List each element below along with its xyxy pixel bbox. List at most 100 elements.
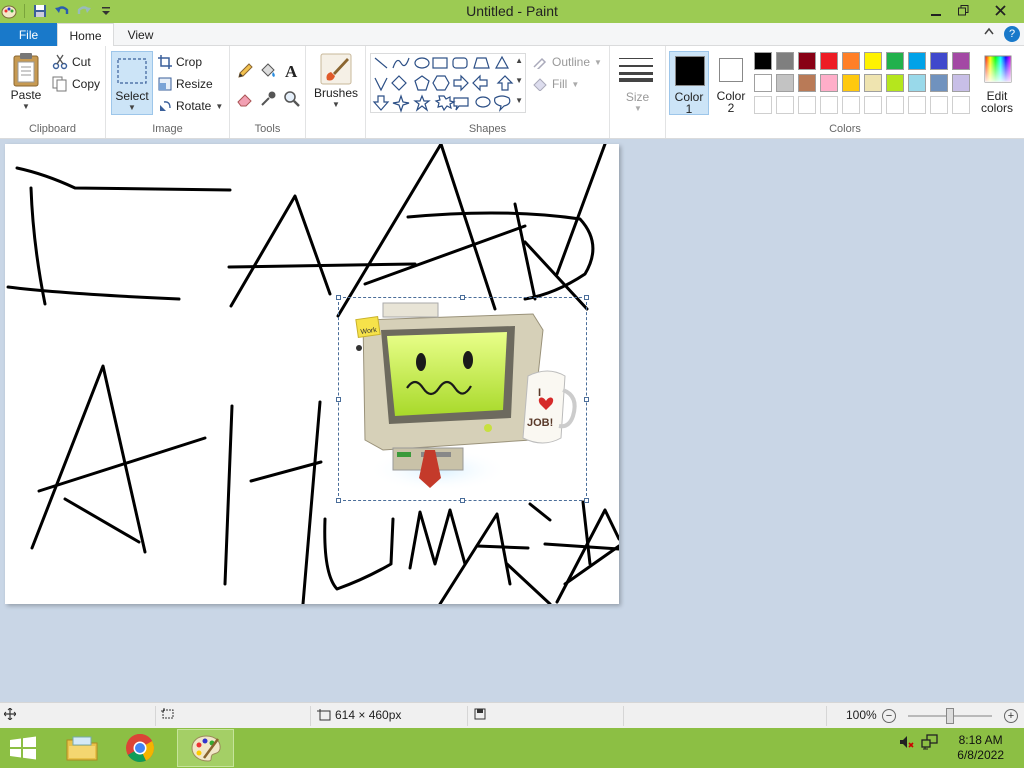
taskbar-paint[interactable] (177, 729, 234, 767)
palette-swatch[interactable] (930, 74, 948, 92)
size-lines-icon[interactable] (619, 56, 653, 85)
close-button[interactable] (980, 0, 1020, 21)
palette-swatch[interactable] (908, 74, 926, 92)
brushes-button[interactable]: Brushes ▼ (314, 52, 358, 109)
palette-swatch[interactable] (930, 52, 948, 70)
palette-swatch[interactable] (820, 52, 838, 70)
canvas-workspace[interactable]: Work I JOB! (0, 139, 1024, 702)
palette-swatch[interactable] (776, 74, 794, 92)
custom-color-slot[interactable] (886, 96, 904, 114)
palette-swatch[interactable] (952, 52, 970, 70)
tab-view[interactable]: View (114, 23, 167, 47)
palette-swatch[interactable] (952, 74, 970, 92)
outline-label: Outline (552, 55, 591, 69)
resize-button[interactable]: Resize (158, 75, 213, 93)
palette-swatch[interactable] (886, 74, 904, 92)
paste-dropdown-icon[interactable]: ▼ (22, 102, 30, 111)
start-button[interactable] (8, 736, 40, 760)
tab-home[interactable]: Home (57, 23, 114, 47)
resize-handle-sw[interactable] (336, 498, 341, 503)
zoom-in-button[interactable]: + (1004, 709, 1018, 723)
window-title: Untitled - Paint (466, 3, 558, 19)
palette-swatch[interactable] (864, 74, 882, 92)
resize-handle-ne[interactable] (584, 295, 589, 300)
custom-color-slot[interactable] (820, 96, 838, 114)
palette-swatch[interactable] (842, 74, 860, 92)
palette-swatch[interactable] (754, 52, 772, 70)
tab-file[interactable]: File (0, 23, 57, 46)
color1-button[interactable]: Color 1 (669, 51, 709, 116)
palette-swatch[interactable] (842, 52, 860, 70)
custom-color-slot[interactable] (798, 96, 816, 114)
folder-icon (66, 736, 98, 761)
brushes-group: Brushes ▼ (306, 46, 366, 138)
resize-handle-w[interactable] (336, 397, 341, 402)
resize-handle-nw[interactable] (336, 295, 341, 300)
custom-color-slot[interactable] (864, 96, 882, 114)
cursor-position-icon (4, 708, 16, 720)
network-icon[interactable] (921, 734, 939, 753)
zoom-slider-thumb[interactable] (946, 708, 954, 724)
palette-swatch[interactable] (776, 52, 794, 70)
edit-colors-button[interactable]: Edit colors (974, 51, 1020, 115)
cut-button[interactable]: Cut (52, 53, 91, 71)
status-separator (310, 706, 311, 726)
resize-handle-se[interactable] (584, 498, 589, 503)
volume-muted-icon[interactable] (898, 734, 914, 753)
custom-color-slot[interactable] (908, 96, 926, 114)
fill-button[interactable]: Fill ▼ (532, 75, 579, 93)
shapes-scroll-down-icon[interactable]: ▼ (515, 76, 523, 85)
shapes-expand-icon[interactable]: ▼ (515, 96, 523, 105)
brushes-dropdown-icon[interactable]: ▼ (332, 100, 340, 109)
resize-handle-s[interactable] (460, 498, 465, 503)
palette-swatch[interactable] (820, 74, 838, 92)
palette-swatch[interactable] (908, 52, 926, 70)
eraser-icon[interactable] (236, 90, 254, 111)
palette-swatch[interactable] (798, 74, 816, 92)
selection-rectangle[interactable] (336, 295, 589, 503)
custom-color-slot[interactable] (776, 96, 794, 114)
color-picker-icon[interactable] (259, 90, 277, 111)
copy-button[interactable]: Copy (52, 75, 100, 93)
outline-dropdown-icon[interactable]: ▼ (594, 58, 602, 67)
taskbar-chrome[interactable] (114, 729, 166, 767)
magnifier-icon[interactable] (283, 90, 301, 111)
taskbar-clock[interactable]: 8:18 AM 6/8/2022 (957, 733, 1004, 763)
rotate-button[interactable]: Rotate ▼ (158, 97, 223, 115)
select-button[interactable]: Select ▼ (111, 51, 153, 115)
rotate-dropdown-icon[interactable]: ▼ (215, 102, 223, 111)
outline-button[interactable]: Outline ▼ (532, 53, 602, 71)
help-icon[interactable]: ? (1004, 26, 1020, 42)
palette-swatch[interactable] (798, 52, 816, 70)
custom-color-slot[interactable] (930, 96, 948, 114)
pencil-icon[interactable] (236, 62, 254, 83)
minimize-ribbon-icon[interactable] (984, 27, 994, 38)
selection-icon (117, 58, 147, 84)
crop-button[interactable]: Crop (158, 53, 202, 71)
palette-swatch[interactable] (886, 52, 904, 70)
paste-button[interactable]: Paste ▼ (6, 52, 46, 111)
shapes-gallery-icons[interactable] (371, 54, 521, 114)
custom-color-slot[interactable] (952, 96, 970, 114)
select-dropdown-icon[interactable]: ▼ (128, 103, 136, 112)
size-dropdown-icon[interactable]: ▼ (634, 104, 642, 113)
palette-swatch[interactable] (864, 52, 882, 70)
resize-handle-e[interactable] (584, 397, 589, 402)
rotate-label: Rotate (176, 99, 212, 113)
palette-swatch[interactable] (754, 74, 772, 92)
text-icon[interactable]: A (283, 62, 301, 83)
fill-bucket-icon[interactable] (259, 62, 277, 83)
zoom-out-button[interactable]: − (882, 709, 896, 723)
custom-color-slot[interactable] (754, 96, 772, 114)
status-separator (623, 706, 624, 726)
resize-handle-n[interactable] (460, 295, 465, 300)
drawing-canvas[interactable]: Work I JOB! (5, 144, 619, 604)
custom-color-slot[interactable] (842, 96, 860, 114)
taskbar-file-explorer[interactable] (56, 729, 108, 767)
paint-palette-icon (190, 735, 221, 762)
shapes-scroll-up-icon[interactable]: ▲ (515, 56, 523, 65)
fill-dropdown-icon[interactable]: ▼ (571, 80, 579, 89)
color2-button[interactable]: Color 2 (713, 51, 749, 115)
restore-button[interactable] (946, 0, 980, 21)
crop-icon (158, 55, 172, 69)
